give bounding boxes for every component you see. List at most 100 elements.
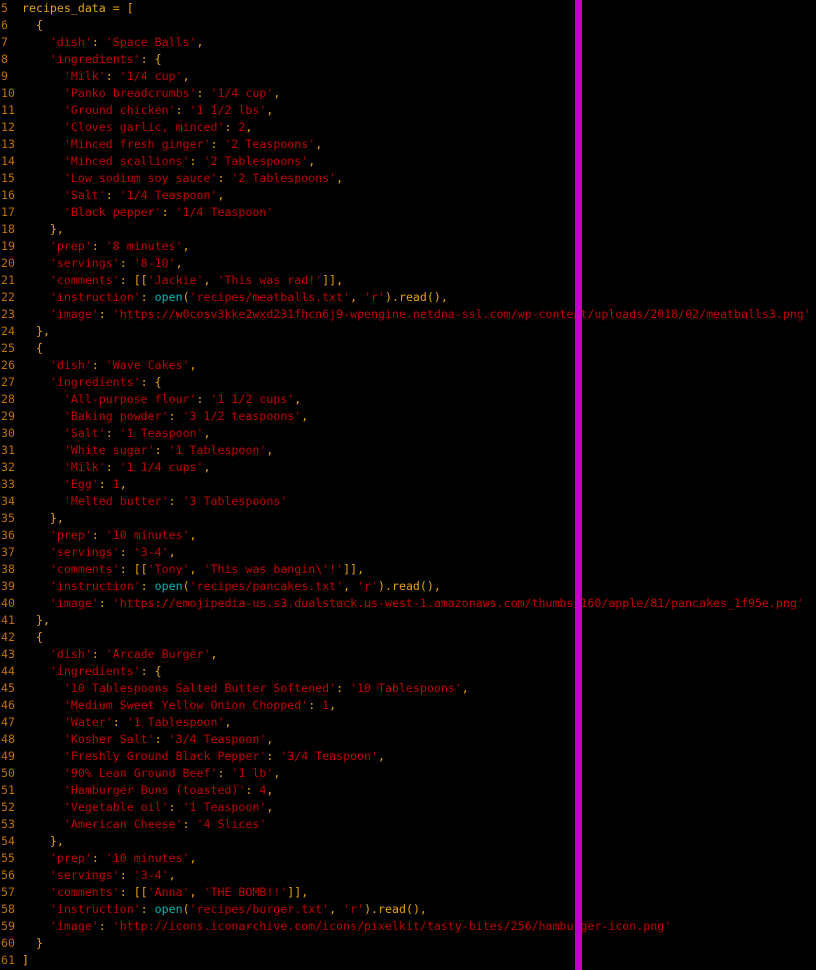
code-line[interactable]: 32 'Milk': '1 1/4 cups', <box>0 459 816 476</box>
line-number: 40 <box>1 596 15 610</box>
code-line[interactable]: 38 'comments': [['Tony', 'This was bangi… <box>0 561 816 578</box>
punctuation-token: ]], <box>287 885 309 899</box>
code-line[interactable]: 55 'prep': '10 minutes', <box>0 850 816 867</box>
code-line[interactable]: 27 'ingredients': { <box>0 374 816 391</box>
code-line[interactable]: 5 recipes_data = [ <box>0 0 816 17</box>
punctuation-token <box>22 69 64 83</box>
punctuation-token: : { <box>140 375 162 389</box>
code-line[interactable]: 41 }, <box>0 612 816 629</box>
code-line[interactable]: 23 'image': 'https://w0cosv3kke2wxd231fh… <box>0 306 816 323</box>
code-line[interactable]: 48 'Kosher Salt': '3/4 Teaspoon', <box>0 731 816 748</box>
line-number: 29 <box>1 409 15 423</box>
code-line[interactable]: 40 'image': 'https://emojipedia-us.s3.du… <box>0 595 816 612</box>
code-line[interactable]: 43 'dish': 'Arcade Burger', <box>0 646 816 663</box>
code-line[interactable]: 49 'Freshly Ground Black Pepper': '3/4 T… <box>0 748 816 765</box>
punctuation-token <box>22 426 64 440</box>
code-line[interactable]: 7 'dish': 'Space Balls', <box>0 34 816 51</box>
punctuation-token: ( <box>182 579 190 593</box>
code-line[interactable]: 14 'Minced scallions': '2 Tablespoons', <box>0 153 816 170</box>
code-line[interactable]: 44 'ingredients': { <box>0 663 816 680</box>
builtin-token: open <box>154 290 183 304</box>
punctuation-token: , <box>210 647 218 661</box>
code-line[interactable]: 30 'Salt': '1 Teaspoon', <box>0 425 816 442</box>
code-line[interactable]: 25 { <box>0 340 816 357</box>
punctuation-token: , <box>189 851 197 865</box>
punctuation-token <box>22 647 50 661</box>
string-token: 'Water' <box>63 715 113 729</box>
code-area[interactable]: 5 recipes_data = [6 {7 'dish': 'Space Bal… <box>0 0 816 969</box>
code-line[interactable]: 59 'image': 'http://icons.iconarchive.co… <box>0 918 816 935</box>
code-line[interactable]: 9 'Milk': '1/4 cup', <box>0 68 816 85</box>
punctuation-token: : <box>161 205 176 219</box>
code-line[interactable]: 60 } <box>0 935 816 952</box>
punctuation-token <box>22 307 50 321</box>
code-line[interactable]: 52 'Vegetable oil': '1 Teaspoon', <box>0 799 816 816</box>
code-line[interactable]: 47 'Water': '1 Tablespoon', <box>0 714 816 731</box>
code-line[interactable]: 13 'Minced fresh ginger': '2 Teaspoons', <box>0 136 816 153</box>
code-line[interactable]: 24 }, <box>0 323 816 340</box>
code-line[interactable]: 57 'comments': [['Anna', 'THE BOMB!!']], <box>0 884 816 901</box>
string-token: 'This was rad!' <box>217 273 323 287</box>
punctuation-token: , <box>336 171 344 185</box>
code-line[interactable]: 36 'prep': '10 minutes', <box>0 527 816 544</box>
code-line[interactable]: 16 'Salt': '1/4 Teaspoon', <box>0 187 816 204</box>
code-line[interactable]: 11 'Ground chicken': '1 1/2 lbs', <box>0 102 816 119</box>
string-token: 'Melted butter' <box>63 494 169 508</box>
punctuation-token: : { <box>140 664 162 678</box>
code-line[interactable]: 50 '90% Lean Ground Beef': '1 lb', <box>0 765 816 782</box>
punctuation-token: : <box>105 426 120 440</box>
punctuation-token: : <box>210 137 225 151</box>
code-line[interactable]: 58 'instruction': open('recipes/burger.t… <box>0 901 816 918</box>
code-line[interactable]: 61] <box>0 952 816 969</box>
punctuation-token: , <box>308 154 316 168</box>
code-line[interactable]: 33 'Egg': 1, <box>0 476 816 493</box>
code-line[interactable]: 17 'Black pepper': '1/4 Teaspoon' <box>0 204 816 221</box>
code-line[interactable]: 51 'Hamburger Buns (toasted)': 4, <box>0 782 816 799</box>
code-line[interactable]: 53 'American Cheese': '4 Slices' <box>0 816 816 833</box>
code-line[interactable]: 19 'prep': '8 minutes', <box>0 238 816 255</box>
code-line[interactable]: 28 'All-purpose flour': '1 1/2 cups', <box>0 391 816 408</box>
code-line[interactable]: 42 { <box>0 629 816 646</box>
string-token: '10 Tablespoons' <box>350 681 462 695</box>
line-number: 9 <box>1 69 8 83</box>
string-token: 'image' <box>49 919 99 933</box>
code-line[interactable]: 18 }, <box>0 221 816 238</box>
punctuation-token <box>22 171 64 185</box>
line-number: 17 <box>1 205 15 219</box>
punctuation-token: , <box>329 698 337 712</box>
code-line[interactable]: 12 'Cloves garlic, minced': 2, <box>0 119 816 136</box>
escape-token: \' <box>315 562 330 576</box>
string-token: 'Space Balls' <box>105 35 197 49</box>
string-token: 'servings' <box>49 545 120 559</box>
code-line[interactable]: 10 'Panko breadcrumbs': '1/4 cup', <box>0 85 816 102</box>
code-line[interactable]: 15 'Low sodium soy sauce': '2 Tablespoon… <box>0 170 816 187</box>
code-line[interactable]: 29 'Baking powder': '3 1/2 teaspoons', <box>0 408 816 425</box>
code-line[interactable]: 20 'servings': '8-10', <box>0 255 816 272</box>
code-line[interactable]: 8 'ingredients': { <box>0 51 816 68</box>
identifier-token: ] <box>22 953 29 967</box>
punctuation-token <box>22 103 64 117</box>
code-line[interactable]: 54 }, <box>0 833 816 850</box>
string-token: '3-4' <box>133 545 169 559</box>
code-line[interactable]: 46 'Medium Sweet Yellow Onion Chopped': … <box>0 697 816 714</box>
code-line[interactable]: 21 'comments': [['Jackie', 'This was rad… <box>0 272 816 289</box>
line-number: 11 <box>1 103 15 117</box>
code-line[interactable]: 34 'Melted butter': '3 Tablespoons' <box>0 493 816 510</box>
punctuation-token: , <box>189 528 197 542</box>
punctuation-token <box>22 528 50 542</box>
code-line[interactable]: 6 { <box>0 17 816 34</box>
string-token: 'image' <box>49 307 99 321</box>
code-line[interactable]: 37 'servings': '3-4', <box>0 544 816 561</box>
code-line[interactable]: 39 'instruction': open('recipes/pancakes… <box>0 578 816 595</box>
code-line[interactable]: 22 'instruction': open('recipes/meatball… <box>0 289 816 306</box>
punctuation-token: , <box>203 426 211 440</box>
line-number: 50 <box>1 766 15 780</box>
code-line[interactable]: 45 '10 Tablespoons Salted Butter Softene… <box>0 680 816 697</box>
code-line[interactable]: 35 }, <box>0 510 816 527</box>
code-editor[interactable]: 5 recipes_data = [6 {7 'dish': 'Space Bal… <box>0 0 816 970</box>
code-line[interactable]: 26 'dish': 'Wave Cakes', <box>0 357 816 374</box>
punctuation-token: , <box>266 783 274 797</box>
code-line[interactable]: 56 'servings': '3-4', <box>0 867 816 884</box>
punctuation-token: : <box>91 35 106 49</box>
code-line[interactable]: 31 'White sugar': '1 Tablespoon', <box>0 442 816 459</box>
